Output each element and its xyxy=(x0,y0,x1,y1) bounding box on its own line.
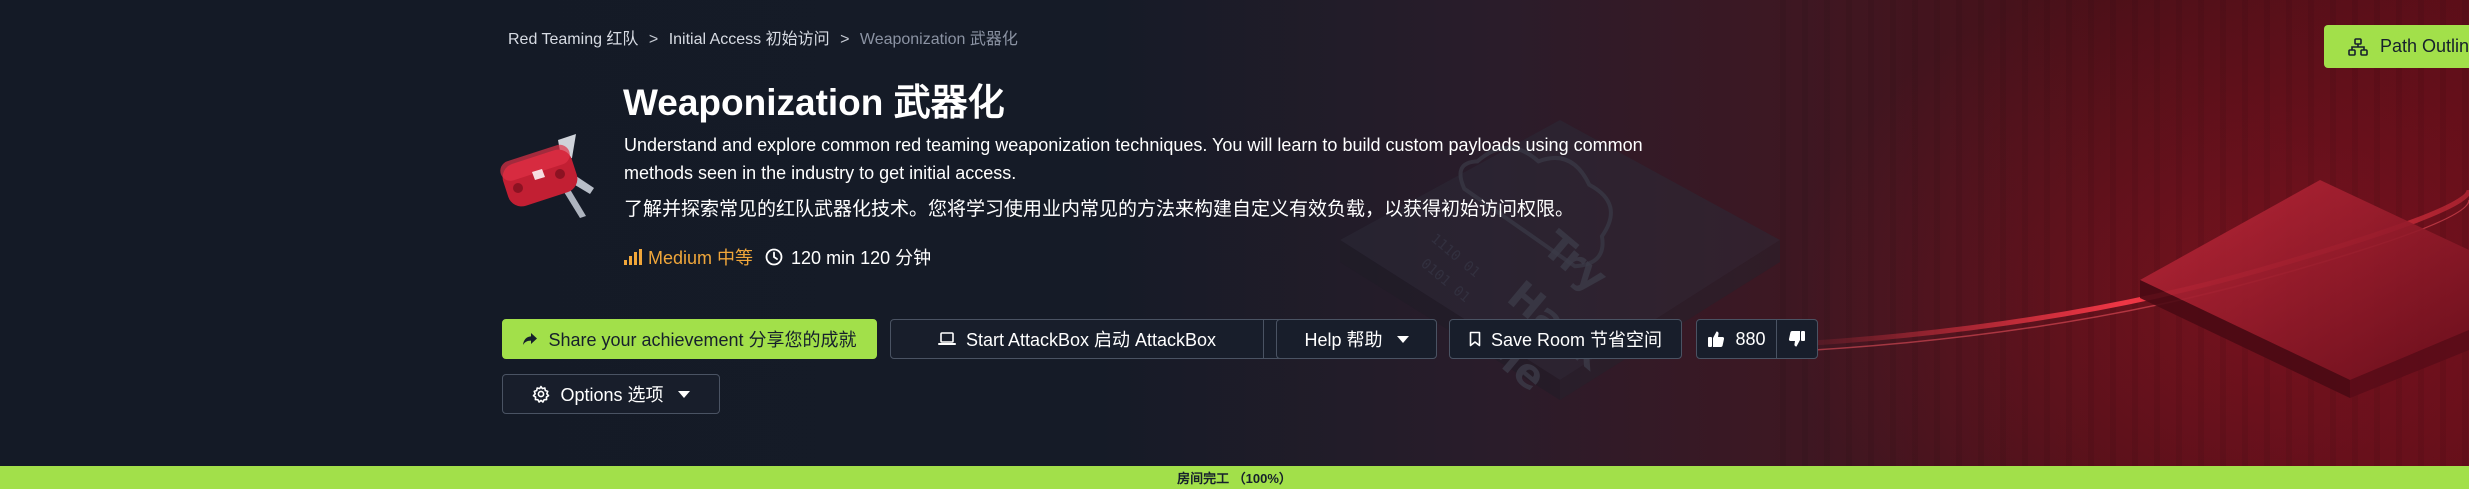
room-progress-bar: 房间完工 （100%） xyxy=(0,466,2469,489)
duration-info: 120 min 120 分钟 xyxy=(765,244,931,270)
likes-count: 880 xyxy=(1735,328,1766,349)
breadcrumb-initial-access[interactable]: Initial Access 初始访问 xyxy=(669,31,830,48)
progress-label: 房间完工 （100%） xyxy=(1177,471,1292,486)
save-room-label: Save Room 节省空间 xyxy=(1490,330,1663,350)
help-button[interactable]: Help 帮助 xyxy=(1276,319,1437,359)
save-room-button[interactable]: Save Room 节省空间 xyxy=(1449,319,1682,359)
difficulty-badge: Medium 中等 xyxy=(624,244,753,270)
thumbs-down-icon xyxy=(1788,331,1805,347)
duration-label: 120 min 120 分钟 xyxy=(791,248,932,268)
help-button-label: Help 帮助 xyxy=(1304,330,1383,350)
gear-icon xyxy=(533,385,550,403)
laptop-icon xyxy=(937,332,956,345)
room-description-zh: 了解并探索常见的红队武器化技术。您将学习使用业内常见的方法来构建自定义有效负载，… xyxy=(624,199,1575,220)
options-button[interactable]: Options 选项 xyxy=(502,374,720,414)
difficulty-label: Medium 中等 xyxy=(648,248,754,268)
breadcrumb-red-teaming[interactable]: Red Teaming 红队 xyxy=(508,31,638,48)
banner-artwork: Try Hack Me 1110 01 0101 01 xyxy=(1340,120,2469,401)
room-description: Understand and explore common red teamin… xyxy=(624,135,1643,183)
path-outline-label: Path Outline xyxy=(2380,36,2469,56)
bookmark-icon xyxy=(1469,331,1481,347)
options-button-label: Options 选项 xyxy=(560,385,664,405)
share-achievement-button[interactable]: Share your achievement 分享您的成就 xyxy=(502,319,877,359)
thumbs-up-icon xyxy=(1708,331,1725,347)
start-attackbox-button[interactable]: Start AttackBox 启动 AttackBox xyxy=(890,319,1264,359)
path-tree-icon xyxy=(2348,37,2368,56)
breadcrumb-separator: > xyxy=(648,31,659,48)
clock-icon xyxy=(765,248,783,266)
room-banner: Try Hack Me 1110 01 0101 01 xyxy=(0,0,2469,466)
signal-bars-icon xyxy=(624,249,642,265)
attackbox-button-label: Start AttackBox 启动 AttackBox xyxy=(965,330,1217,350)
like-button[interactable]: 880 xyxy=(1696,319,1777,359)
dislike-button[interactable] xyxy=(1776,319,1818,359)
swiss-army-knife-icon xyxy=(500,134,594,218)
breadcrumb: Red Teaming 红队 > Initial Access 初始访问 > W… xyxy=(508,25,1018,49)
breadcrumb-current: Weaponization 武器化 xyxy=(859,31,1018,48)
share-button-label: Share your achievement 分享您的成就 xyxy=(548,330,857,350)
chevron-down-icon xyxy=(677,390,690,398)
room-title: Weaponization 武器化 xyxy=(623,82,1005,123)
path-outline-button[interactable]: Path Outline xyxy=(2324,25,2469,68)
share-icon xyxy=(523,333,538,345)
breadcrumb-separator: > xyxy=(840,31,850,48)
chevron-down-icon xyxy=(1396,335,1409,343)
room-meta: Medium 中等 120 min 120 分钟 xyxy=(624,243,931,271)
